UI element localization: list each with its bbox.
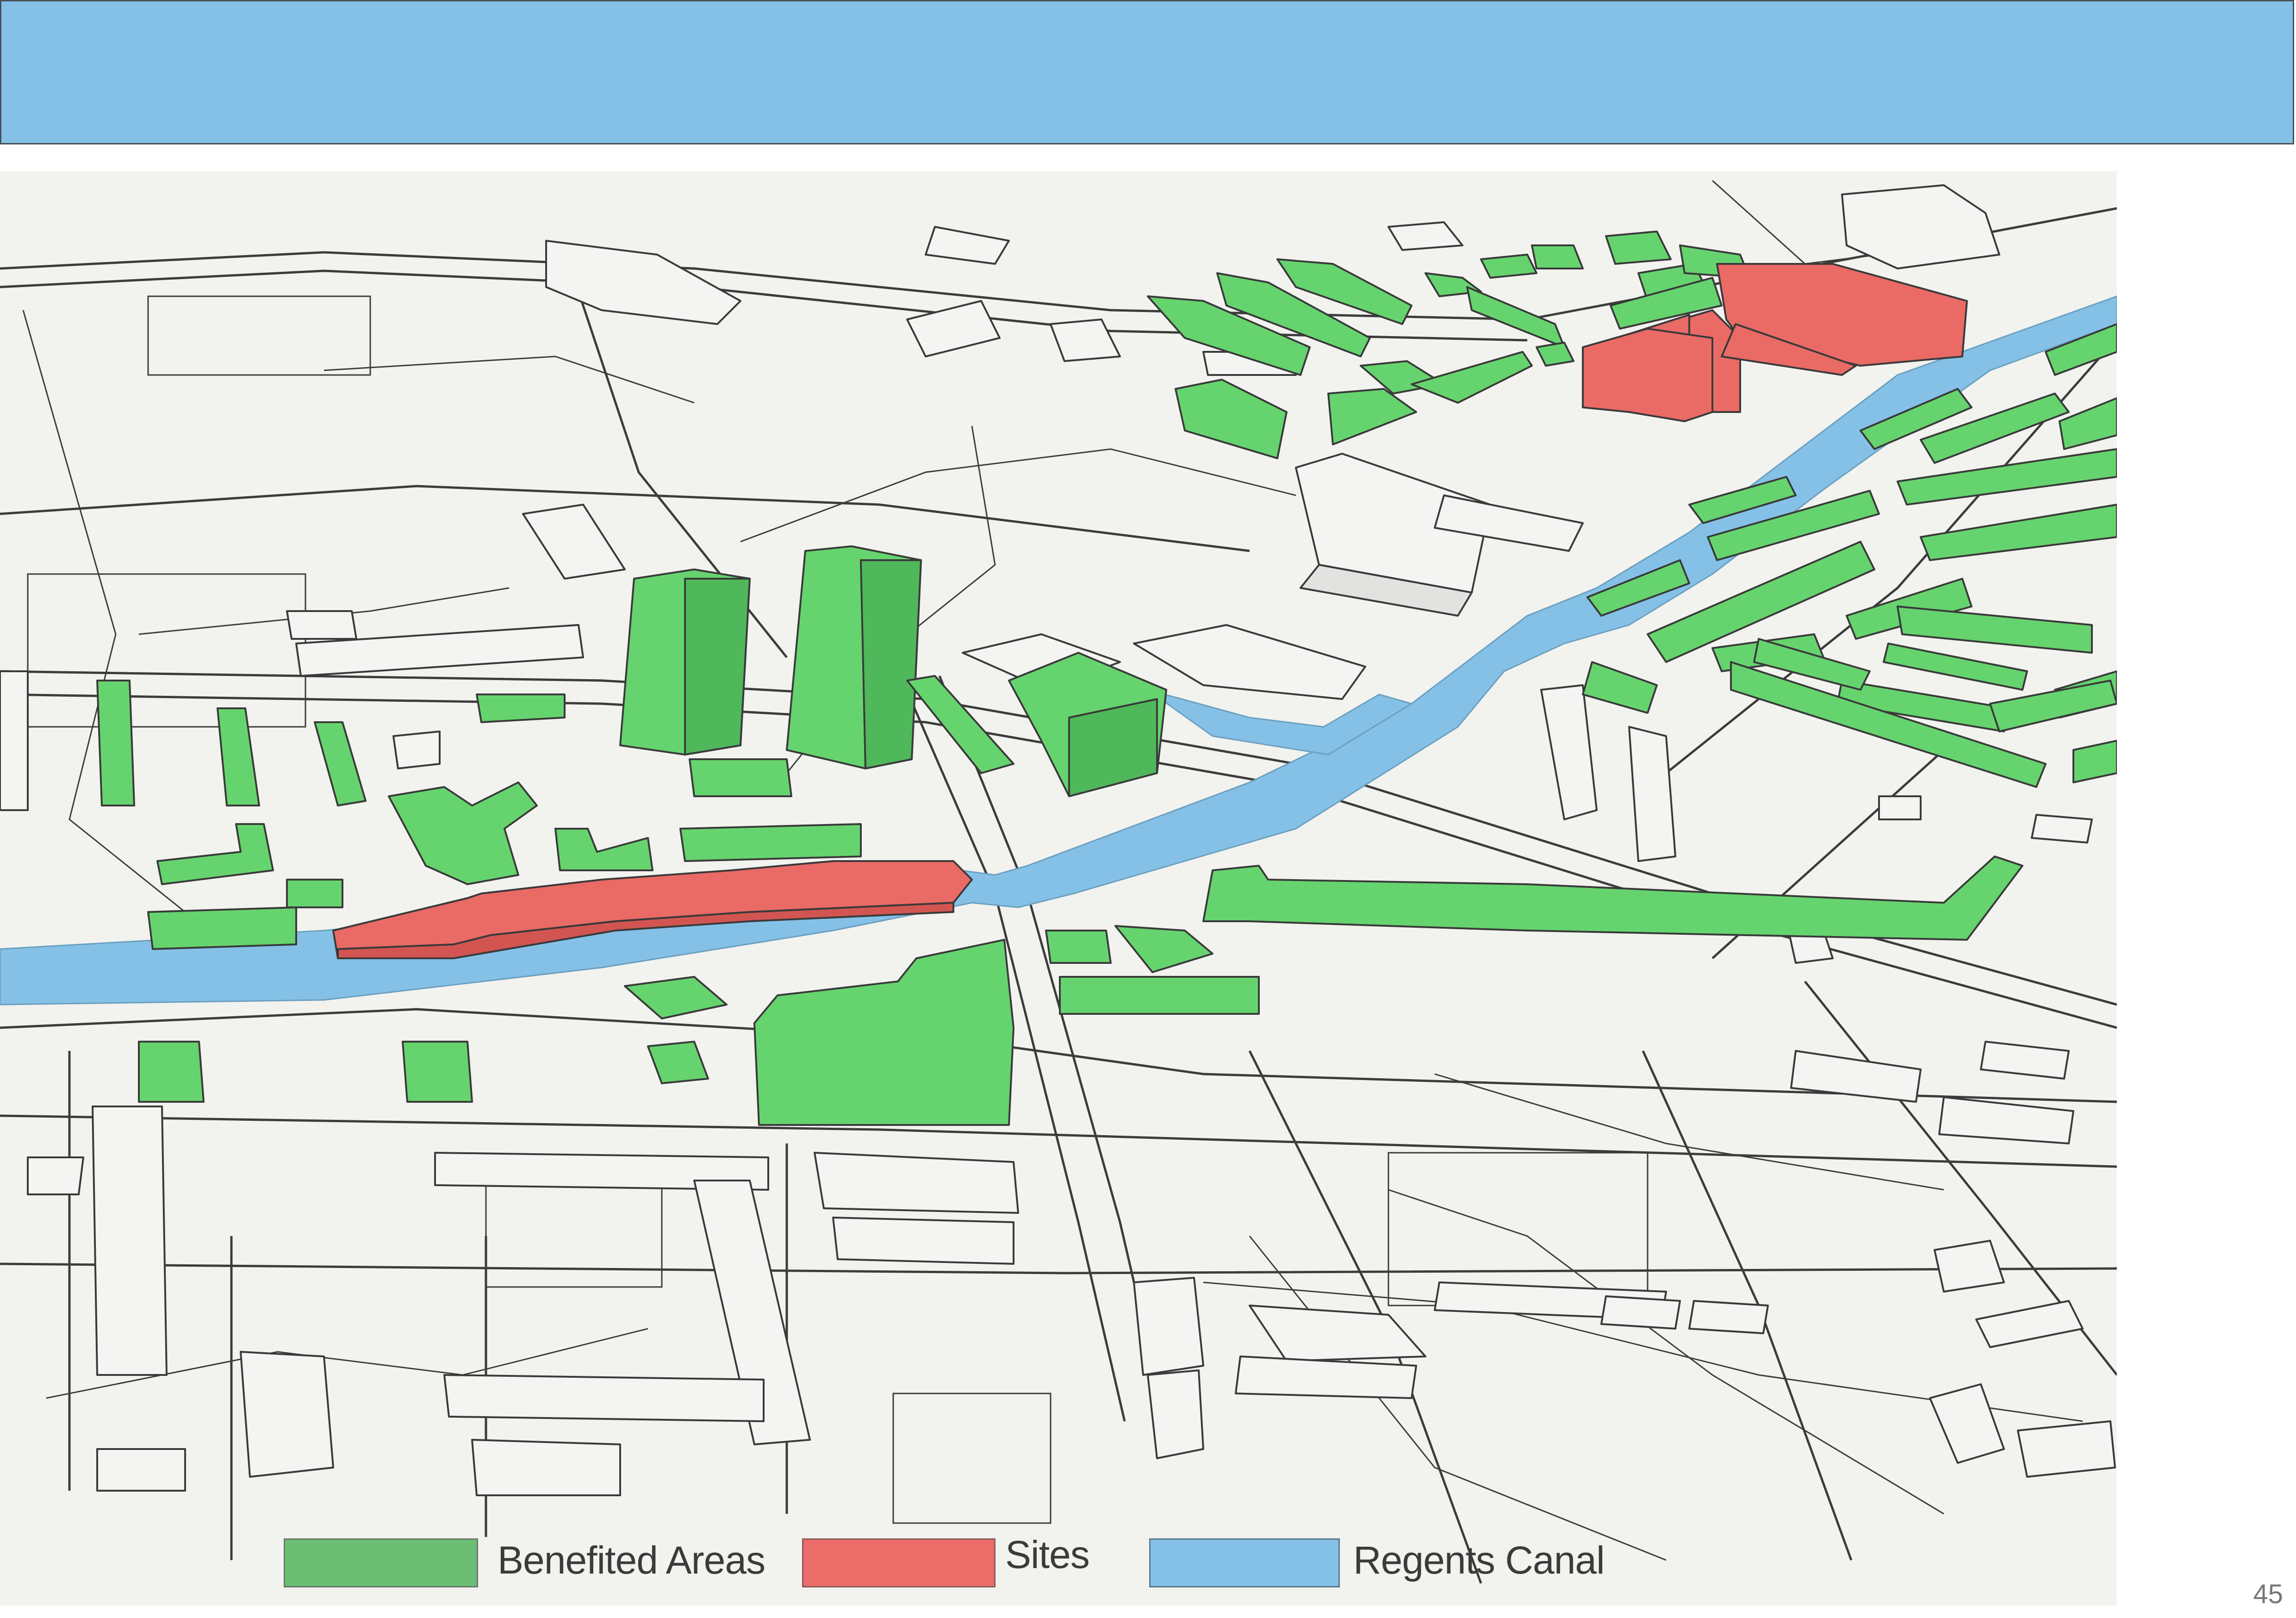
isometric-map — [0, 180, 2117, 1584]
legend-swatch-regents-canal — [1149, 1538, 1340, 1587]
legend-label-sites: Sites — [1005, 1533, 1090, 1576]
legend-label-benefited-areas: Benefited Areas — [498, 1538, 765, 1582]
legend: Benefited Areas Sites Regents Canal — [0, 1532, 2117, 1597]
legend-swatch-benefited-areas — [284, 1538, 478, 1587]
map-panel — [0, 171, 2117, 1606]
other-buildings — [0, 184, 2116, 1496]
legend-swatch-sites — [802, 1538, 996, 1587]
legend-label-regents-canal: Regents Canal — [1353, 1538, 1605, 1582]
page-number: 45 — [2253, 1579, 2283, 1609]
header-band — [0, 0, 2294, 144]
